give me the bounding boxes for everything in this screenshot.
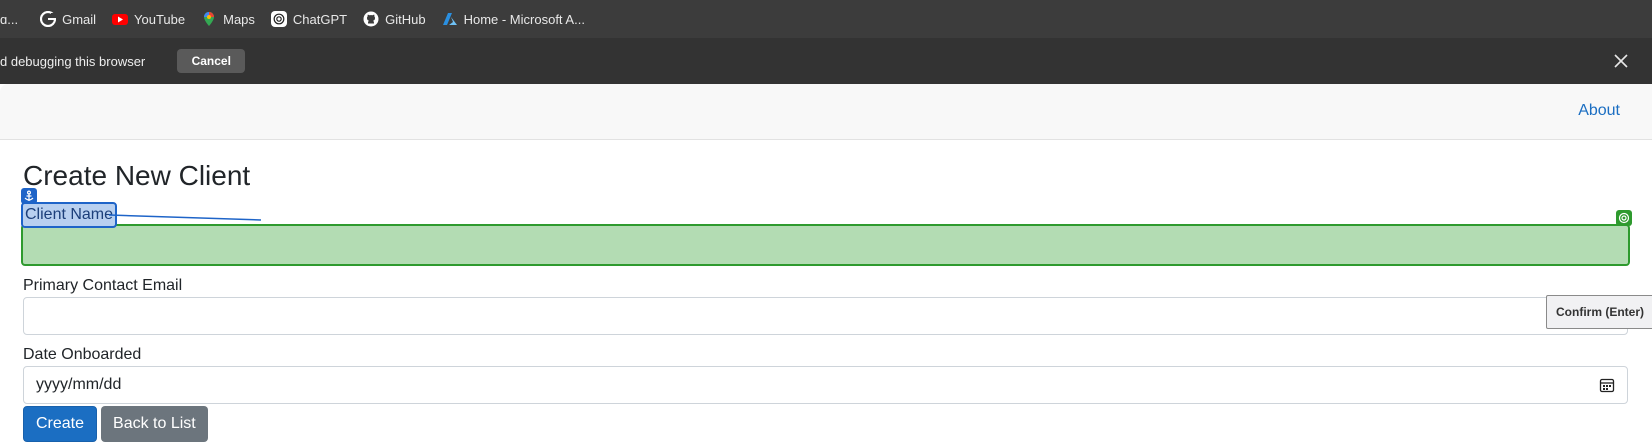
nav-about-link[interactable]: About bbox=[1578, 102, 1620, 120]
bookmark-label: Maps bbox=[223, 11, 255, 27]
back-to-list-button[interactable]: Back to List bbox=[101, 406, 208, 442]
bookmarks-bar: ɑ... Gmail YouTube Maps ChatGPT GitHub H… bbox=[0, 0, 1652, 38]
infobar-text: d debugging this browser bbox=[0, 53, 146, 69]
bookmark-gmail[interactable]: Gmail bbox=[32, 5, 104, 33]
bookmark-label: YouTube bbox=[134, 11, 186, 27]
bookmark-github[interactable]: GitHub bbox=[355, 5, 433, 33]
create-button[interactable]: Create bbox=[23, 406, 98, 442]
client-name-label-highlight: Client Name bbox=[21, 202, 118, 228]
bookmark-label: ChatGPT bbox=[292, 11, 348, 27]
client-name-group: Client Name bbox=[21, 188, 1633, 266]
email-label: Primary Contact Email bbox=[23, 277, 183, 294]
anchor-icon bbox=[21, 188, 37, 204]
main-content: Create New Client Client Name Primary Co… bbox=[21, 140, 1652, 442]
confirm-button[interactable]: Confirm (Enter) bbox=[1546, 295, 1652, 329]
site-navbar: About bbox=[0, 84, 1652, 140]
email-input[interactable] bbox=[23, 297, 1628, 335]
calendar-icon[interactable] bbox=[1599, 377, 1615, 393]
connector-line bbox=[109, 214, 262, 221]
bookmark-label: Gmail bbox=[62, 11, 97, 27]
client-name-input[interactable] bbox=[21, 224, 1630, 266]
google-icon bbox=[40, 11, 57, 27]
bookmark-chatgpt[interactable]: ChatGPT bbox=[263, 5, 355, 33]
chatgpt-icon bbox=[270, 11, 287, 27]
bookmark-label: Home - Microsoft A... bbox=[463, 11, 585, 27]
page-title: Create New Client bbox=[23, 160, 251, 191]
youtube-icon bbox=[112, 11, 129, 27]
bookmark-truncated[interactable]: ɑ... bbox=[0, 12, 32, 27]
target-icon bbox=[1616, 210, 1632, 226]
bookmark-azure[interactable]: Home - Microsoft A... bbox=[434, 5, 593, 33]
email-group: Primary Contact Email Confirm (Enter) bbox=[23, 275, 1652, 335]
date-input[interactable]: yyyy/mm/dd bbox=[23, 366, 1628, 404]
close-icon[interactable] bbox=[1610, 50, 1632, 72]
maps-icon bbox=[201, 11, 217, 27]
bookmark-youtube[interactable]: YouTube bbox=[104, 5, 193, 33]
bookmark-label: GitHub bbox=[385, 11, 426, 27]
form-actions: Create Back to List bbox=[23, 406, 1633, 442]
date-placeholder: yyyy/mm/dd bbox=[36, 376, 122, 393]
debugging-infobar: d debugging this browser Cancel bbox=[0, 38, 1652, 84]
bookmark-maps[interactable]: Maps bbox=[193, 5, 263, 33]
date-label: Date Onboarded bbox=[23, 346, 142, 363]
github-icon bbox=[363, 11, 379, 27]
cancel-button[interactable]: Cancel bbox=[177, 49, 246, 73]
azure-icon bbox=[442, 11, 458, 27]
date-group: Date Onboarded yyyy/mm/dd bbox=[23, 344, 1633, 404]
